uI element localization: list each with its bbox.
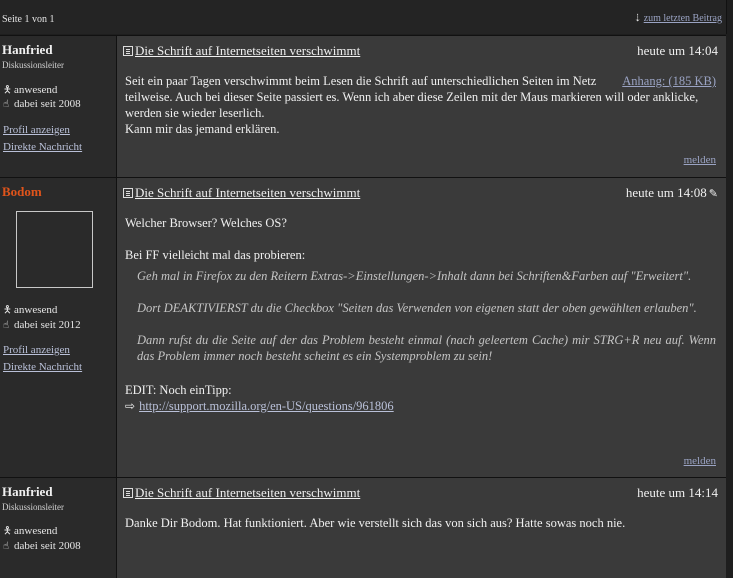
post-content: Die Schrift auf Internetseiten verschwim… bbox=[117, 478, 726, 578]
post-time: heute um 14:14 bbox=[637, 485, 718, 500]
post-title-link[interactable]: Die Schrift auf Internetseiten verschwim… bbox=[135, 485, 360, 500]
direct-message-link[interactable]: Direkte Nachricht bbox=[3, 361, 82, 373]
post-content: Die Schrift auf Internetseiten verschwim… bbox=[117, 178, 726, 477]
hand-icon: ☝ bbox=[3, 99, 10, 110]
hand-icon: ☝ bbox=[3, 320, 10, 331]
post-text-line: Danke Dir Bodom. Hat funktioniert. Aber … bbox=[125, 516, 626, 530]
person-icon: 🯅 bbox=[3, 526, 12, 537]
topic-header-bar: Seite 1 von 1 ⇣ zum letzten Beitrag bbox=[0, 0, 727, 34]
report-link[interactable]: melden bbox=[684, 154, 716, 166]
post-author-panel: Hanfried Diskussionsleiter 🯅 anwesend ☝ da… bbox=[0, 36, 117, 177]
post-title-link[interactable]: Die Schrift auf Internetseiten verschwim… bbox=[135, 185, 360, 200]
post-text-line: Seit ein paar Tagen verschwimmt beim Les… bbox=[125, 74, 597, 88]
post-text-line: Kann mir das jemand erklären. bbox=[125, 122, 280, 136]
quote-paragraph: Dann rufst du die Seite auf der das Prob… bbox=[137, 333, 716, 363]
post-body: Danke Dir Bodom. Hat funktioniert. Aber … bbox=[125, 515, 716, 531]
quote-block: Geh mal in Firefox zu den Reitern Extras… bbox=[137, 268, 716, 364]
page-indicator: Seite 1 von 1 bbox=[2, 14, 55, 25]
report-link[interactable]: melden bbox=[684, 455, 716, 467]
document-icon bbox=[123, 46, 133, 56]
edit-icon[interactable]: ✎ bbox=[709, 187, 718, 200]
direct-message-link[interactable]: Direkte Nachricht bbox=[3, 141, 82, 153]
post-content: Die Schrift auf Internetseiten verschwim… bbox=[117, 36, 726, 177]
forum-post: Hanfried Diskussionsleiter 🯅 anwesend ☝ da… bbox=[0, 35, 726, 177]
author-rank: Diskussionsleiter bbox=[2, 60, 64, 70]
post-text-line: Bei FF vielleicht mal das probieren: bbox=[125, 248, 306, 262]
person-icon: 🯅 bbox=[3, 305, 12, 316]
post-author-panel: Bodom 🯅 anwesend ☝ dabei seit 2012 Profil … bbox=[0, 178, 117, 477]
document-icon bbox=[123, 188, 133, 198]
forum-post: Bodom 🯅 anwesend ☝ dabei seit 2012 Profil … bbox=[0, 177, 726, 477]
post-body: Welcher Browser? Welches OS? Bei FF viel… bbox=[125, 215, 716, 414]
post-title: Die Schrift auf Internetseiten verschwim… bbox=[123, 185, 360, 201]
post-time: heute um 14:08 ✎ bbox=[625, 185, 718, 200]
online-status: 🯅 anwesend bbox=[3, 524, 57, 541]
avatar bbox=[16, 211, 93, 288]
member-since: ☝ dabei seit 2012 bbox=[3, 319, 81, 331]
post-text-line: EDIT: Noch einTipp: bbox=[125, 383, 232, 397]
profile-link[interactable]: Profil anzeigen bbox=[3, 124, 70, 136]
attachment-link[interactable]: Anhang: (185 KB) bbox=[622, 73, 716, 89]
quote-paragraph: Dort DEAKTIVIERST du die Checkbox "Seite… bbox=[137, 301, 697, 315]
author-name[interactable]: Hanfried bbox=[2, 484, 53, 500]
document-icon bbox=[123, 488, 133, 498]
member-since: ☝ dabei seit 2008 bbox=[3, 98, 81, 110]
post-text-line: Welcher Browser? Welches OS? bbox=[125, 216, 287, 230]
hand-icon: ☝ bbox=[3, 541, 10, 552]
post-title: Die Schrift auf Internetseiten verschwim… bbox=[123, 485, 360, 501]
author-name[interactable]: Bodom bbox=[2, 184, 42, 200]
down-arrow-icon[interactable]: ⇣ bbox=[632, 13, 644, 24]
support-link[interactable]: http://support.mozilla.org/en-US/questio… bbox=[139, 399, 394, 413]
post-author-panel: Hanfried Diskussionsleiter 🯅 anwesend ☝ da… bbox=[0, 478, 117, 578]
post-text-line: teilweise. Auch bei dieser Seite passier… bbox=[125, 90, 699, 120]
author-rank: Diskussionsleiter bbox=[2, 502, 64, 512]
post-title-link[interactable]: Die Schrift auf Internetseiten verschwim… bbox=[135, 43, 360, 58]
profile-link[interactable]: Profil anzeigen bbox=[3, 344, 70, 356]
forum-post: Hanfried Diskussionsleiter 🯅 anwesend ☝ da… bbox=[0, 477, 726, 578]
last-post-link[interactable]: zum letzten Beitrag bbox=[644, 13, 722, 24]
member-since: ☝ dabei seit 2008 bbox=[3, 540, 81, 552]
external-link-row: ⇨ http://support.mozilla.org/en-US/questi… bbox=[125, 398, 716, 414]
author-name[interactable]: Hanfried bbox=[2, 42, 53, 58]
external-link-icon: ⇨ bbox=[125, 399, 136, 413]
post-body: Anhang: (185 KB) Seit ein paar Tagen ver… bbox=[125, 73, 716, 137]
quote-paragraph: Geh mal in Firefox zu den Reitern Extras… bbox=[137, 269, 692, 283]
post-time: heute um 14:04 bbox=[637, 43, 718, 58]
last-post-nav[interactable]: ⇣ zum letzten Beitrag bbox=[632, 13, 722, 24]
post-title: Die Schrift auf Internetseiten verschwim… bbox=[123, 43, 360, 59]
online-status: 🯅 anwesend bbox=[3, 303, 57, 320]
